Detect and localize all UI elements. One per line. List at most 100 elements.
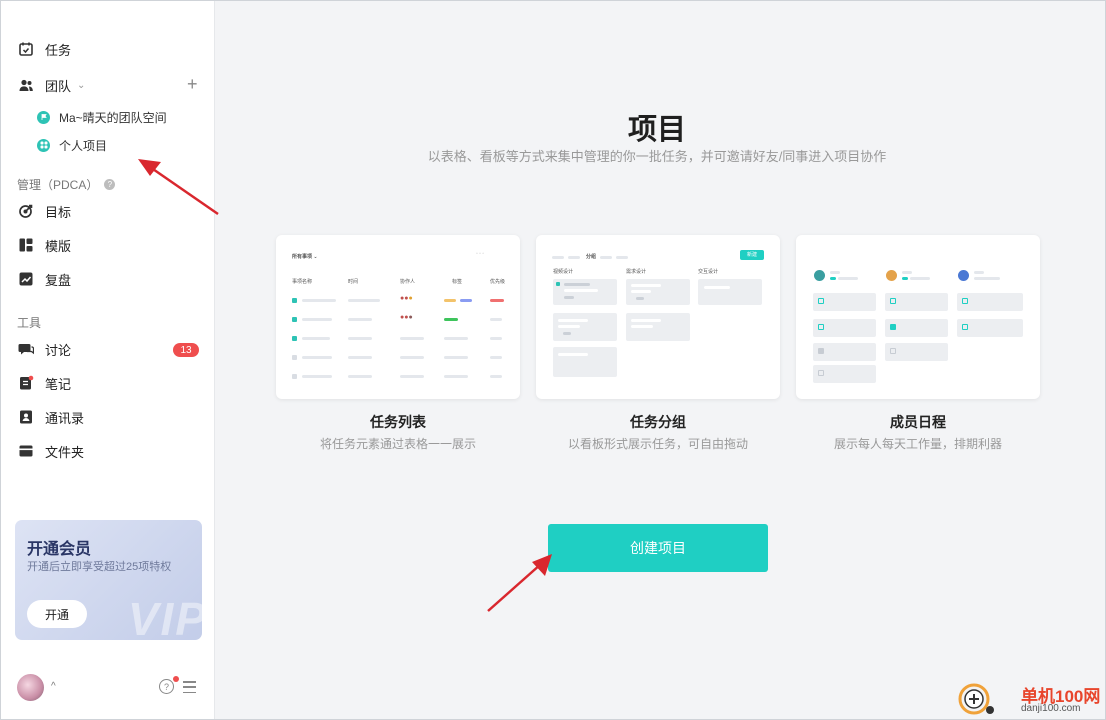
folder-icon [17,442,35,460]
team-space-item[interactable]: Ma~晴天的团队空间 [37,107,167,127]
preview-kanban-bar [564,296,574,299]
task-group-preview-card[interactable]: 分组 新建 视频设计 需求设计 交互设计 [536,235,780,399]
preview-row-bar [302,356,332,359]
preview-header: 所有事项 ⌄ [292,254,318,260]
team-space-label: Ma~晴天的团队空间 [59,110,167,125]
preview-schedule-check [890,324,896,330]
preview-avatars: ●●● [400,295,413,302]
preview-schedule-check [890,348,896,354]
page-title: 项目 [627,114,686,146]
preview-kanban-bar [631,319,661,322]
preview-row-bar [490,337,502,340]
target-icon [17,202,35,220]
sidebar-item-folder[interactable]: 文件夹 [17,439,84,463]
sidebar-item-label: 复盘 [45,272,72,288]
tools-section-label: 工具 [17,314,41,331]
preview-row-bar [490,356,502,359]
grid-icon [37,138,50,152]
sidebar: 任务 团队 ⌄ + Ma~晴天的团队空间 个人项目 管理（PDCA） ? 目标 … [1,1,215,719]
preview-member-name-bar [902,271,912,274]
help-circle-icon[interactable]: ? [159,679,174,694]
preview-avatars: ●●● [400,314,413,321]
help-icon[interactable]: ? [104,179,116,190]
card-description: 以看板形式展示任务，可自由拖动 [567,437,748,451]
preview-row-bar [348,375,372,378]
personal-project-item[interactable]: 个人项目 [37,135,107,155]
sidebar-item-label: 模版 [45,238,72,254]
preview-row-bar [302,299,336,302]
sidebar-item-label: 讨论 [45,342,72,358]
sidebar-item-tasks[interactable]: 任务 [17,37,71,61]
preview-group-title: 交互设计 [698,269,719,275]
preview-schedule-check [890,298,896,304]
preview-member-name-bar [974,271,984,274]
sidebar-item-review[interactable]: 复盘 [17,267,71,291]
preview-kanban-bar [558,353,588,356]
menu-icon[interactable] [183,681,196,693]
preview-workload-bar [838,277,858,280]
preview-row-bar [302,337,330,340]
sidebar-item-notes[interactable]: 笔记 [17,371,71,395]
preview-tab-bar [552,256,564,259]
chevron-down-icon[interactable]: ⌄ [77,80,85,91]
sidebar-item-team[interactable]: 团队 ⌄ [17,73,85,97]
preview-column-header: 标签 [452,279,463,285]
preview-row-bar [348,337,372,340]
preview-kanban-card [698,279,762,305]
preview-member-name-bar [830,271,840,274]
preview-kanban-bar [704,286,730,289]
sidebar-item-template[interactable]: 模版 [17,233,71,257]
preview-schedule-check [818,370,824,376]
template-icon [17,236,35,254]
preview-column-header: 优先级 [490,279,506,285]
preview-kanban-bar [558,319,588,322]
sidebar-item-discussion[interactable]: 讨论 [17,337,71,361]
preview-schedule-check [962,324,968,330]
unread-count-badge: 13 [173,343,199,357]
manage-label-text: 管理（PDCA） [17,178,99,192]
sidebar-item-label: 团队 [45,78,72,94]
preview-kanban-bar [564,289,598,292]
preview-row-marker [292,298,297,303]
preview-workload-bar [910,277,930,280]
preview-row-bar [400,356,424,359]
card-title: 任务列表 [370,414,426,430]
member-schedule-preview-card[interactable] [796,235,1040,399]
user-avatar[interactable] [17,674,44,701]
chat-icon [17,340,35,358]
chevron-up-icon[interactable]: ^ [51,681,56,692]
personal-project-label: 个人项目 [59,138,108,153]
preview-member-avatar [886,270,897,281]
review-chart-icon [17,270,35,288]
preview-row-bar [302,375,332,378]
preview-new-button: 新建 [740,250,764,260]
preview-row-bar [348,356,372,359]
task-list-preview-card[interactable]: 所有事项 ⌄ ▫ ▫ ▫ 事项名称 时间 协作人 标签 优先级 ●●● ●●● [276,235,520,399]
create-project-button[interactable]: 创建项目 [548,524,768,572]
preview-toolbar-icons: ▫ ▫ ▫ [476,251,485,257]
preview-tab-label: 分组 [586,254,597,260]
preview-priority [490,318,502,321]
vip-activate-button[interactable]: 开通 [27,600,87,628]
preview-member-avatar [958,270,969,281]
preview-group-title: 视频设计 [553,269,574,275]
preview-row-marker [292,374,297,379]
site-logo-icon [958,683,994,715]
card-description: 展示每人每天工作量，排期利器 [833,437,1002,451]
preview-row-bar [400,375,424,378]
sidebar-item-contacts[interactable]: 通讯录 [17,405,84,429]
preview-kanban-check [556,282,560,286]
sidebar-item-goal[interactable]: 目标 [17,199,71,223]
preview-row-marker [292,336,297,341]
flag-icon [37,110,50,124]
preview-row-bar [490,375,502,378]
preview-member-avatar [814,270,825,281]
preview-schedule-check [962,298,968,304]
preview-column-header: 协作人 [400,279,416,285]
preview-row-bar [348,299,380,302]
notification-dot [173,676,179,682]
add-team-button[interactable]: + [187,75,198,93]
vip-title: 开通会员 [27,541,92,558]
team-icon [17,76,35,94]
preview-schedule-check [818,348,824,354]
